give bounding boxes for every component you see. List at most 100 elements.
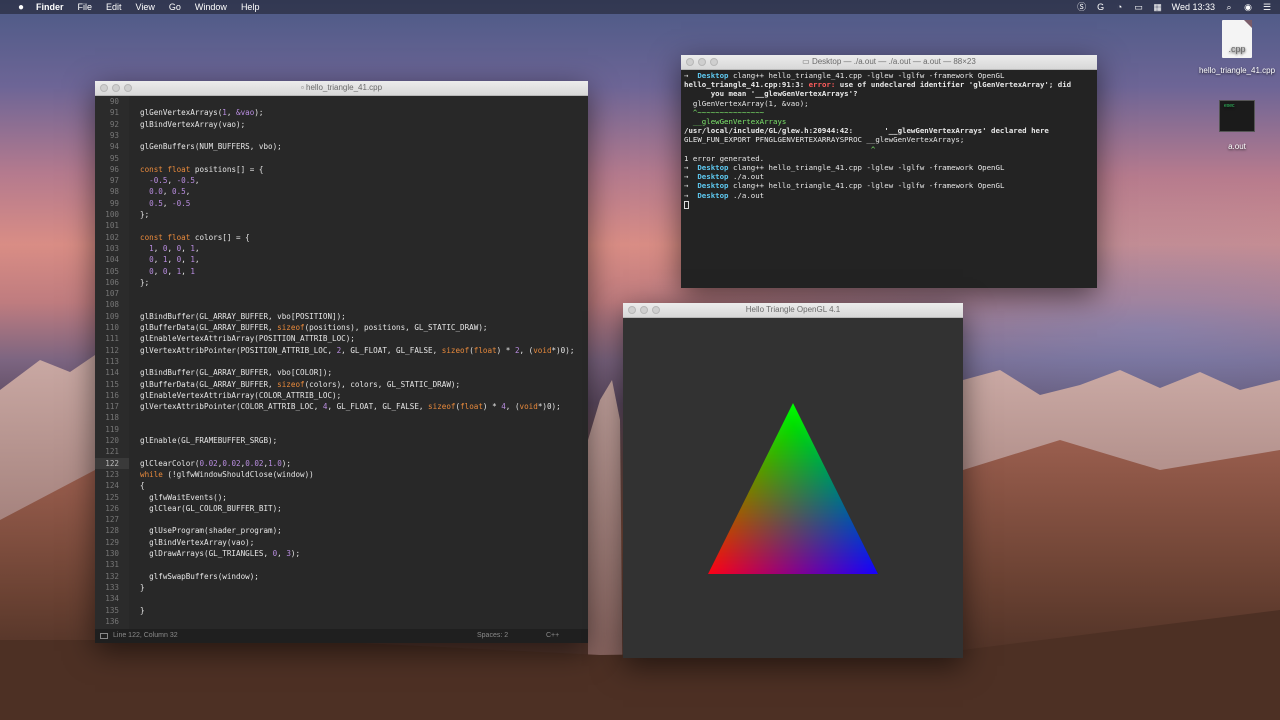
minimize-button[interactable] bbox=[640, 306, 648, 314]
code-line[interactable]: 124 { bbox=[95, 480, 588, 491]
code-line[interactable]: 90 bbox=[95, 96, 588, 107]
code-line[interactable]: 105 0, 0, 1, 1 bbox=[95, 266, 588, 277]
code-line[interactable]: 133} bbox=[95, 582, 588, 593]
code-line[interactable]: 110 glBufferData(GL_ARRAY_BUFFER, sizeof(… bbox=[95, 322, 588, 333]
code-line[interactable]: 109 glBindBuffer(GL_ARRAY_BUFFER, vbo[POS… bbox=[95, 311, 588, 322]
code-line[interactable]: 111 glEnableVertexAttribArray(POSITION_AT… bbox=[95, 333, 588, 344]
code-line[interactable]: 114 glBindBuffer(GL_ARRAY_BUFFER, vbo[COL… bbox=[95, 367, 588, 378]
close-button[interactable] bbox=[686, 58, 694, 66]
code-line[interactable]: 115 glBufferData(GL_ARRAY_BUFFER, sizeof(… bbox=[95, 379, 588, 390]
syntax-setting[interactable]: C++ bbox=[546, 629, 559, 643]
code-line[interactable]: 116 glEnableVertexAttribArray(COLOR_ATTRI… bbox=[95, 390, 588, 401]
terminal-output[interactable]: → Desktop clang++ hello_triangle_41.cpp … bbox=[681, 70, 1097, 288]
desktop-file-aout[interactable]: exec a.out bbox=[1214, 100, 1260, 151]
code-line[interactable]: 113 bbox=[95, 356, 588, 367]
code-line[interactable]: 95 bbox=[95, 153, 588, 164]
code-line[interactable]: 135} bbox=[95, 605, 588, 616]
terminal-window[interactable]: ▭ Desktop — ./a.out — ./a.out — a.out — … bbox=[681, 55, 1097, 288]
menu-view[interactable]: View bbox=[136, 2, 155, 12]
menu-clock[interactable]: Wed 13:33 bbox=[1172, 2, 1215, 12]
search-icon[interactable]: ⌕ bbox=[1224, 2, 1234, 12]
line-number: 105 bbox=[105, 266, 119, 276]
code-text: glUseProgram(shader_program); bbox=[140, 526, 282, 536]
menu-app-name[interactable]: Finder bbox=[36, 2, 64, 12]
code-line[interactable]: 132 glfwSwapBuffers(window); bbox=[95, 571, 588, 582]
code-line[interactable]: 97 -0.5, -0.5, bbox=[95, 175, 588, 186]
siri-icon[interactable]: ◉ bbox=[1243, 2, 1253, 12]
indent-setting[interactable]: Spaces: 2 bbox=[477, 629, 508, 643]
code-line[interactable]: 119 bbox=[95, 424, 588, 435]
code-line[interactable]: 134 bbox=[95, 593, 588, 604]
code-line[interactable]: 127 bbox=[95, 514, 588, 525]
code-text: 0, 0, 1, 1 bbox=[149, 266, 195, 276]
code-line[interactable]: 118 bbox=[95, 412, 588, 423]
code-text: glBindVertexArray(vao); bbox=[140, 119, 246, 129]
terminal-cursor-line[interactable] bbox=[684, 200, 1094, 209]
line-number: 118 bbox=[105, 413, 119, 423]
line-number: 104 bbox=[105, 255, 119, 265]
code-line[interactable]: 130 glDrawArrays(GL_TRIANGLES, 0, 3); bbox=[95, 548, 588, 559]
line-number: 134 bbox=[105, 594, 119, 604]
terminal-titlebar[interactable]: ▭ Desktop — ./a.out — ./a.out — a.out — … bbox=[681, 55, 1097, 70]
airplay-icon[interactable]: ▭ bbox=[1134, 2, 1144, 12]
code-line[interactable]: 136 bbox=[95, 616, 588, 627]
google-icon[interactable]: G bbox=[1096, 2, 1106, 12]
menu-window[interactable]: Window bbox=[195, 2, 227, 12]
zoom-button[interactable] bbox=[652, 306, 660, 314]
keyboard-icon[interactable]: ▦ bbox=[1153, 2, 1163, 12]
code-line[interactable]: 102 const float colors[] = { bbox=[95, 232, 588, 243]
menu-go[interactable]: Go bbox=[169, 2, 181, 12]
wifi-icon[interactable]: ◔ bbox=[1115, 2, 1125, 12]
zoom-button[interactable] bbox=[710, 58, 718, 66]
code-line[interactable]: 131 bbox=[95, 559, 588, 570]
code-line[interactable]: 93 bbox=[95, 130, 588, 141]
code-line[interactable]: 92 glBindVertexArray(vao); bbox=[95, 119, 588, 130]
line-number: 117 bbox=[105, 402, 119, 412]
code-line[interactable]: 107 bbox=[95, 288, 588, 299]
code-line[interactable]: 91 glGenVertexArrays(1, &vao); bbox=[95, 107, 588, 118]
menu-file[interactable]: File bbox=[78, 2, 93, 12]
terminal-line: ^ bbox=[684, 145, 1094, 154]
skype-icon[interactable]: Ⓢ bbox=[1077, 2, 1087, 12]
code-line[interactable]: 108 bbox=[95, 299, 588, 310]
code-line[interactable]: 117 glVertexAttribPointer(COLOR_ATTRIB_LO… bbox=[95, 401, 588, 412]
code-area[interactable]: 90 91 glGenVertexArrays(1, &vao); 92 glBindV… bbox=[95, 96, 588, 629]
zoom-button[interactable] bbox=[124, 84, 132, 92]
terminal-line: /usr/local/include/GL/glew.h:20944:42: '… bbox=[684, 126, 1094, 135]
code-line[interactable]: 96 const float positions[] = { bbox=[95, 164, 588, 175]
code-line[interactable]: 103 1, 0, 0, 1, bbox=[95, 243, 588, 254]
code-line[interactable]: 126 glClear(GL_COLOR_BUFFER_BIT); bbox=[95, 503, 588, 514]
code-line[interactable]: 98 0.0, 0.5, bbox=[95, 186, 588, 197]
code-text: glEnableVertexAttribArray(COLOR_ATTRIB_L… bbox=[140, 390, 342, 400]
prompt-dir: Desktop bbox=[697, 163, 729, 173]
opengl-titlebar[interactable]: Hello Triangle OpenGL 4.1 bbox=[623, 303, 963, 318]
code-line[interactable]: 94 glGenBuffers(NUM_BUFFERS, vbo); bbox=[95, 141, 588, 152]
code-line[interactable]: 99 0.5, -0.5 bbox=[95, 198, 588, 209]
code-line[interactable]: 121 bbox=[95, 446, 588, 457]
code-line[interactable]: 100}; bbox=[95, 209, 588, 220]
code-line[interactable]: 112 glVertexAttribPointer(POSITION_ATTRIB… bbox=[95, 345, 588, 356]
code-line[interactable]: 104 0, 1, 0, 1, bbox=[95, 254, 588, 265]
close-button[interactable] bbox=[100, 84, 108, 92]
desktop-file-cpp[interactable]: .cpp hello_triangle_41.cpp bbox=[1198, 20, 1276, 76]
editor-titlebar[interactable]: ▫ hello_triangle_41.cpp bbox=[95, 81, 588, 96]
code-line[interactable]: 123 while (!glfwWindowShouldClose(window)… bbox=[95, 469, 588, 480]
code-line[interactable]: 125 glfwWaitEvents(); bbox=[95, 492, 588, 503]
minimize-button[interactable] bbox=[112, 84, 120, 92]
code-line[interactable]: 101 bbox=[95, 220, 588, 231]
code-line[interactable]: 106}; bbox=[95, 277, 588, 288]
editor-window[interactable]: ▫ hello_triangle_41.cpp 90 91 glGenVertexA… bbox=[95, 81, 588, 643]
menu-edit[interactable]: Edit bbox=[106, 2, 122, 12]
code-line[interactable]: 128 glUseProgram(shader_program); bbox=[95, 525, 588, 536]
output-text: __glewGenVertexArrays bbox=[684, 117, 787, 127]
opengl-window[interactable]: Hello Triangle OpenGL 4.1 bbox=[623, 303, 963, 658]
notification-center-icon[interactable]: ☰ bbox=[1262, 2, 1272, 12]
menu-help[interactable]: Help bbox=[241, 2, 260, 12]
minimize-button[interactable] bbox=[698, 58, 706, 66]
close-button[interactable] bbox=[628, 306, 636, 314]
apple-menu-icon[interactable]: ● bbox=[14, 2, 28, 13]
code-line[interactable]: 120 glEnable(GL_FRAMEBUFFER_SRGB); bbox=[95, 435, 588, 446]
panel-toggle-icon[interactable] bbox=[100, 633, 108, 639]
code-line[interactable]: 122 glClearColor(0.02,0.02,0.02,1.0); bbox=[95, 457, 588, 469]
code-line[interactable]: 129 glBindVertexArray(vao); bbox=[95, 537, 588, 548]
